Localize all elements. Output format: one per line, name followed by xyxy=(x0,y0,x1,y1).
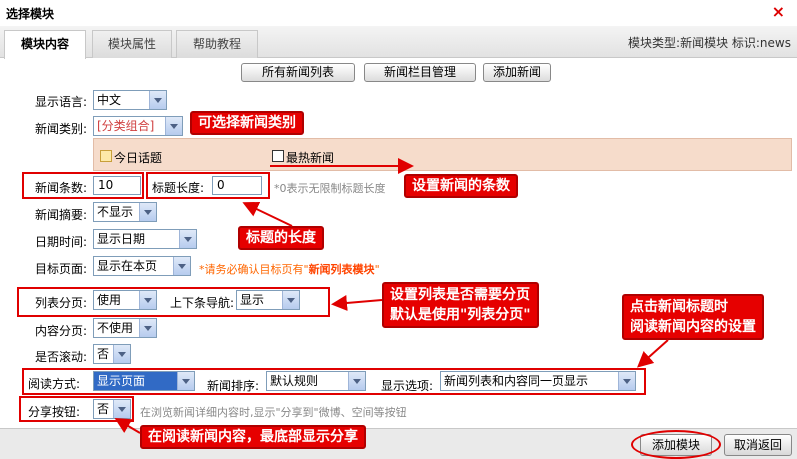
count-label: 新闻条数: xyxy=(34,181,87,195)
language-label: 显示语言: xyxy=(34,95,87,109)
summary-value: 不显示 xyxy=(97,205,134,219)
date-select[interactable]: 显示日期 xyxy=(93,229,197,249)
chevron-down-icon xyxy=(165,117,182,135)
display-option-value: 新闻列表和内容同一页显示 xyxy=(444,374,589,388)
content-paging-label: 内容分页: xyxy=(34,324,87,338)
category-select[interactable]: [分类组合] xyxy=(93,116,183,136)
arrow-title-length xyxy=(242,201,293,227)
callout-share: 在阅读新闻内容，最底部显示分享 xyxy=(140,425,366,449)
sort-label: 新闻排序: xyxy=(207,379,260,393)
language-value: 中文 xyxy=(97,93,122,107)
tab-module-properties[interactable]: 模块属性 xyxy=(92,30,172,58)
target-note: *请务必确认目标页有"新闻列表模块" xyxy=(199,261,380,277)
highlight-add-module xyxy=(631,430,721,459)
arrow-read xyxy=(637,339,669,368)
read-mode-select[interactable]: 显示页面 xyxy=(93,371,195,391)
share-note: 在浏览新闻详细内容时,显示"分享到"微博、空间等按钮 xyxy=(140,406,407,419)
summary-label: 新闻摘要: xyxy=(34,208,87,222)
callout-paging: 设置列表是否需要分页 默认是使用"列表分页" xyxy=(382,282,539,328)
chevron-down-icon xyxy=(113,400,130,418)
list-paging-value: 使用 xyxy=(97,293,122,307)
title-length-note: *0表示无限制标题长度 xyxy=(274,182,386,195)
arrow-paging xyxy=(331,295,383,311)
today-topic-checkbox[interactable] xyxy=(100,150,112,162)
callout-read: 点击新闻标题时阅读新闻内容的设置 xyxy=(622,294,764,340)
target-note-bold: 新闻列表模块 xyxy=(308,263,375,276)
dialog-titlebar: 选择模块 × xyxy=(0,0,797,24)
prevnext-select[interactable]: 显示 xyxy=(236,290,300,310)
chevron-down-icon xyxy=(348,372,365,390)
chevron-down-icon xyxy=(282,291,299,309)
scroll-label: 是否滚动: xyxy=(34,350,87,364)
title-length-input[interactable]: 0 xyxy=(212,176,262,195)
target-value: 显示在本页 xyxy=(97,259,158,273)
cancel-button[interactable]: 取消返回 xyxy=(724,434,792,456)
target-select[interactable]: 显示在本页 xyxy=(93,256,191,276)
callout-paging-line1: 设置列表是否需要分页 xyxy=(390,287,530,303)
content-paging-value: 不使用 xyxy=(97,321,134,335)
share-value: 否 xyxy=(97,402,110,416)
chevron-down-icon xyxy=(179,230,196,248)
chevron-down-icon xyxy=(139,319,156,337)
content-paging-select[interactable]: 不使用 xyxy=(93,318,157,338)
date-value: 显示日期 xyxy=(97,232,146,246)
callout-paging-line2: 默认是使用"列表分页" xyxy=(390,307,531,323)
module-info: 模块类型:新闻模块 标识:news xyxy=(628,36,791,50)
title-length-label: 标题长度: xyxy=(152,181,205,195)
count-input[interactable]: 10 xyxy=(93,176,141,195)
callout-read-line2: 阅读新闻内容的设置 xyxy=(630,319,756,335)
category-label: 新闻类别: xyxy=(34,122,87,136)
category-value: [分类组合] xyxy=(97,119,155,133)
read-mode-label: 阅读方式: xyxy=(28,377,81,391)
scroll-value: 否 xyxy=(97,347,110,361)
chevron-down-icon xyxy=(113,345,130,363)
prevnext-value: 显示 xyxy=(240,293,265,307)
date-label: 日期时间: xyxy=(34,235,87,249)
chevron-down-icon xyxy=(139,203,156,221)
flags-panel xyxy=(93,138,792,171)
language-select[interactable]: 中文 xyxy=(93,90,167,110)
summary-select[interactable]: 不显示 xyxy=(93,202,157,222)
chevron-down-icon xyxy=(149,91,166,109)
all-news-list-button[interactable]: 所有新闻列表 xyxy=(241,63,355,82)
share-label: 分享按钮: xyxy=(28,405,81,419)
tab-bar: 模块内容 模块属性 帮助教程 模块类型:新闻模块 标识:news xyxy=(0,26,797,59)
display-option-label: 显示选项: xyxy=(381,379,434,393)
prevnext-label: 上下条导航: xyxy=(170,296,235,310)
share-select[interactable]: 否 xyxy=(93,399,131,419)
hot-news-checkbox[interactable] xyxy=(272,150,284,162)
list-paging-label: 列表分页: xyxy=(34,296,87,310)
news-category-manage-button[interactable]: 新闻栏目管理 xyxy=(364,63,476,82)
chevron-down-icon xyxy=(618,372,635,390)
tab-help[interactable]: 帮助教程 xyxy=(176,30,258,58)
callout-title-length: 标题的长度 xyxy=(238,226,324,250)
sort-select[interactable]: 默认规则 xyxy=(266,371,366,391)
sort-value: 默认规则 xyxy=(270,374,319,388)
list-paging-select[interactable]: 使用 xyxy=(93,290,157,310)
callout-category: 可选择新闻类别 xyxy=(190,111,304,135)
callout-read-line1: 点击新闻标题时 xyxy=(630,299,728,315)
read-mode-value: 显示页面 xyxy=(97,374,146,388)
close-icon[interactable]: × xyxy=(772,2,785,21)
chevron-down-icon xyxy=(177,372,194,390)
chevron-down-icon xyxy=(173,257,190,275)
display-option-select[interactable]: 新闻列表和内容同一页显示 xyxy=(440,371,636,391)
target-note-suffix: " xyxy=(374,263,380,276)
target-note-prefix: *请务必确认目标页有" xyxy=(199,263,309,276)
scroll-select[interactable]: 否 xyxy=(93,344,131,364)
add-news-button[interactable]: 添加新闻 xyxy=(483,63,551,82)
tab-module-content[interactable]: 模块内容 xyxy=(4,30,86,59)
dialog-title: 选择模块 xyxy=(6,7,55,21)
callout-count: 设置新闻的条数 xyxy=(404,174,518,198)
hot-news-label: 最热新闻 xyxy=(286,151,335,165)
today-topic-label: 今日话题 xyxy=(114,151,163,165)
chevron-down-icon xyxy=(139,291,156,309)
target-label: 目标页面: xyxy=(34,262,87,276)
